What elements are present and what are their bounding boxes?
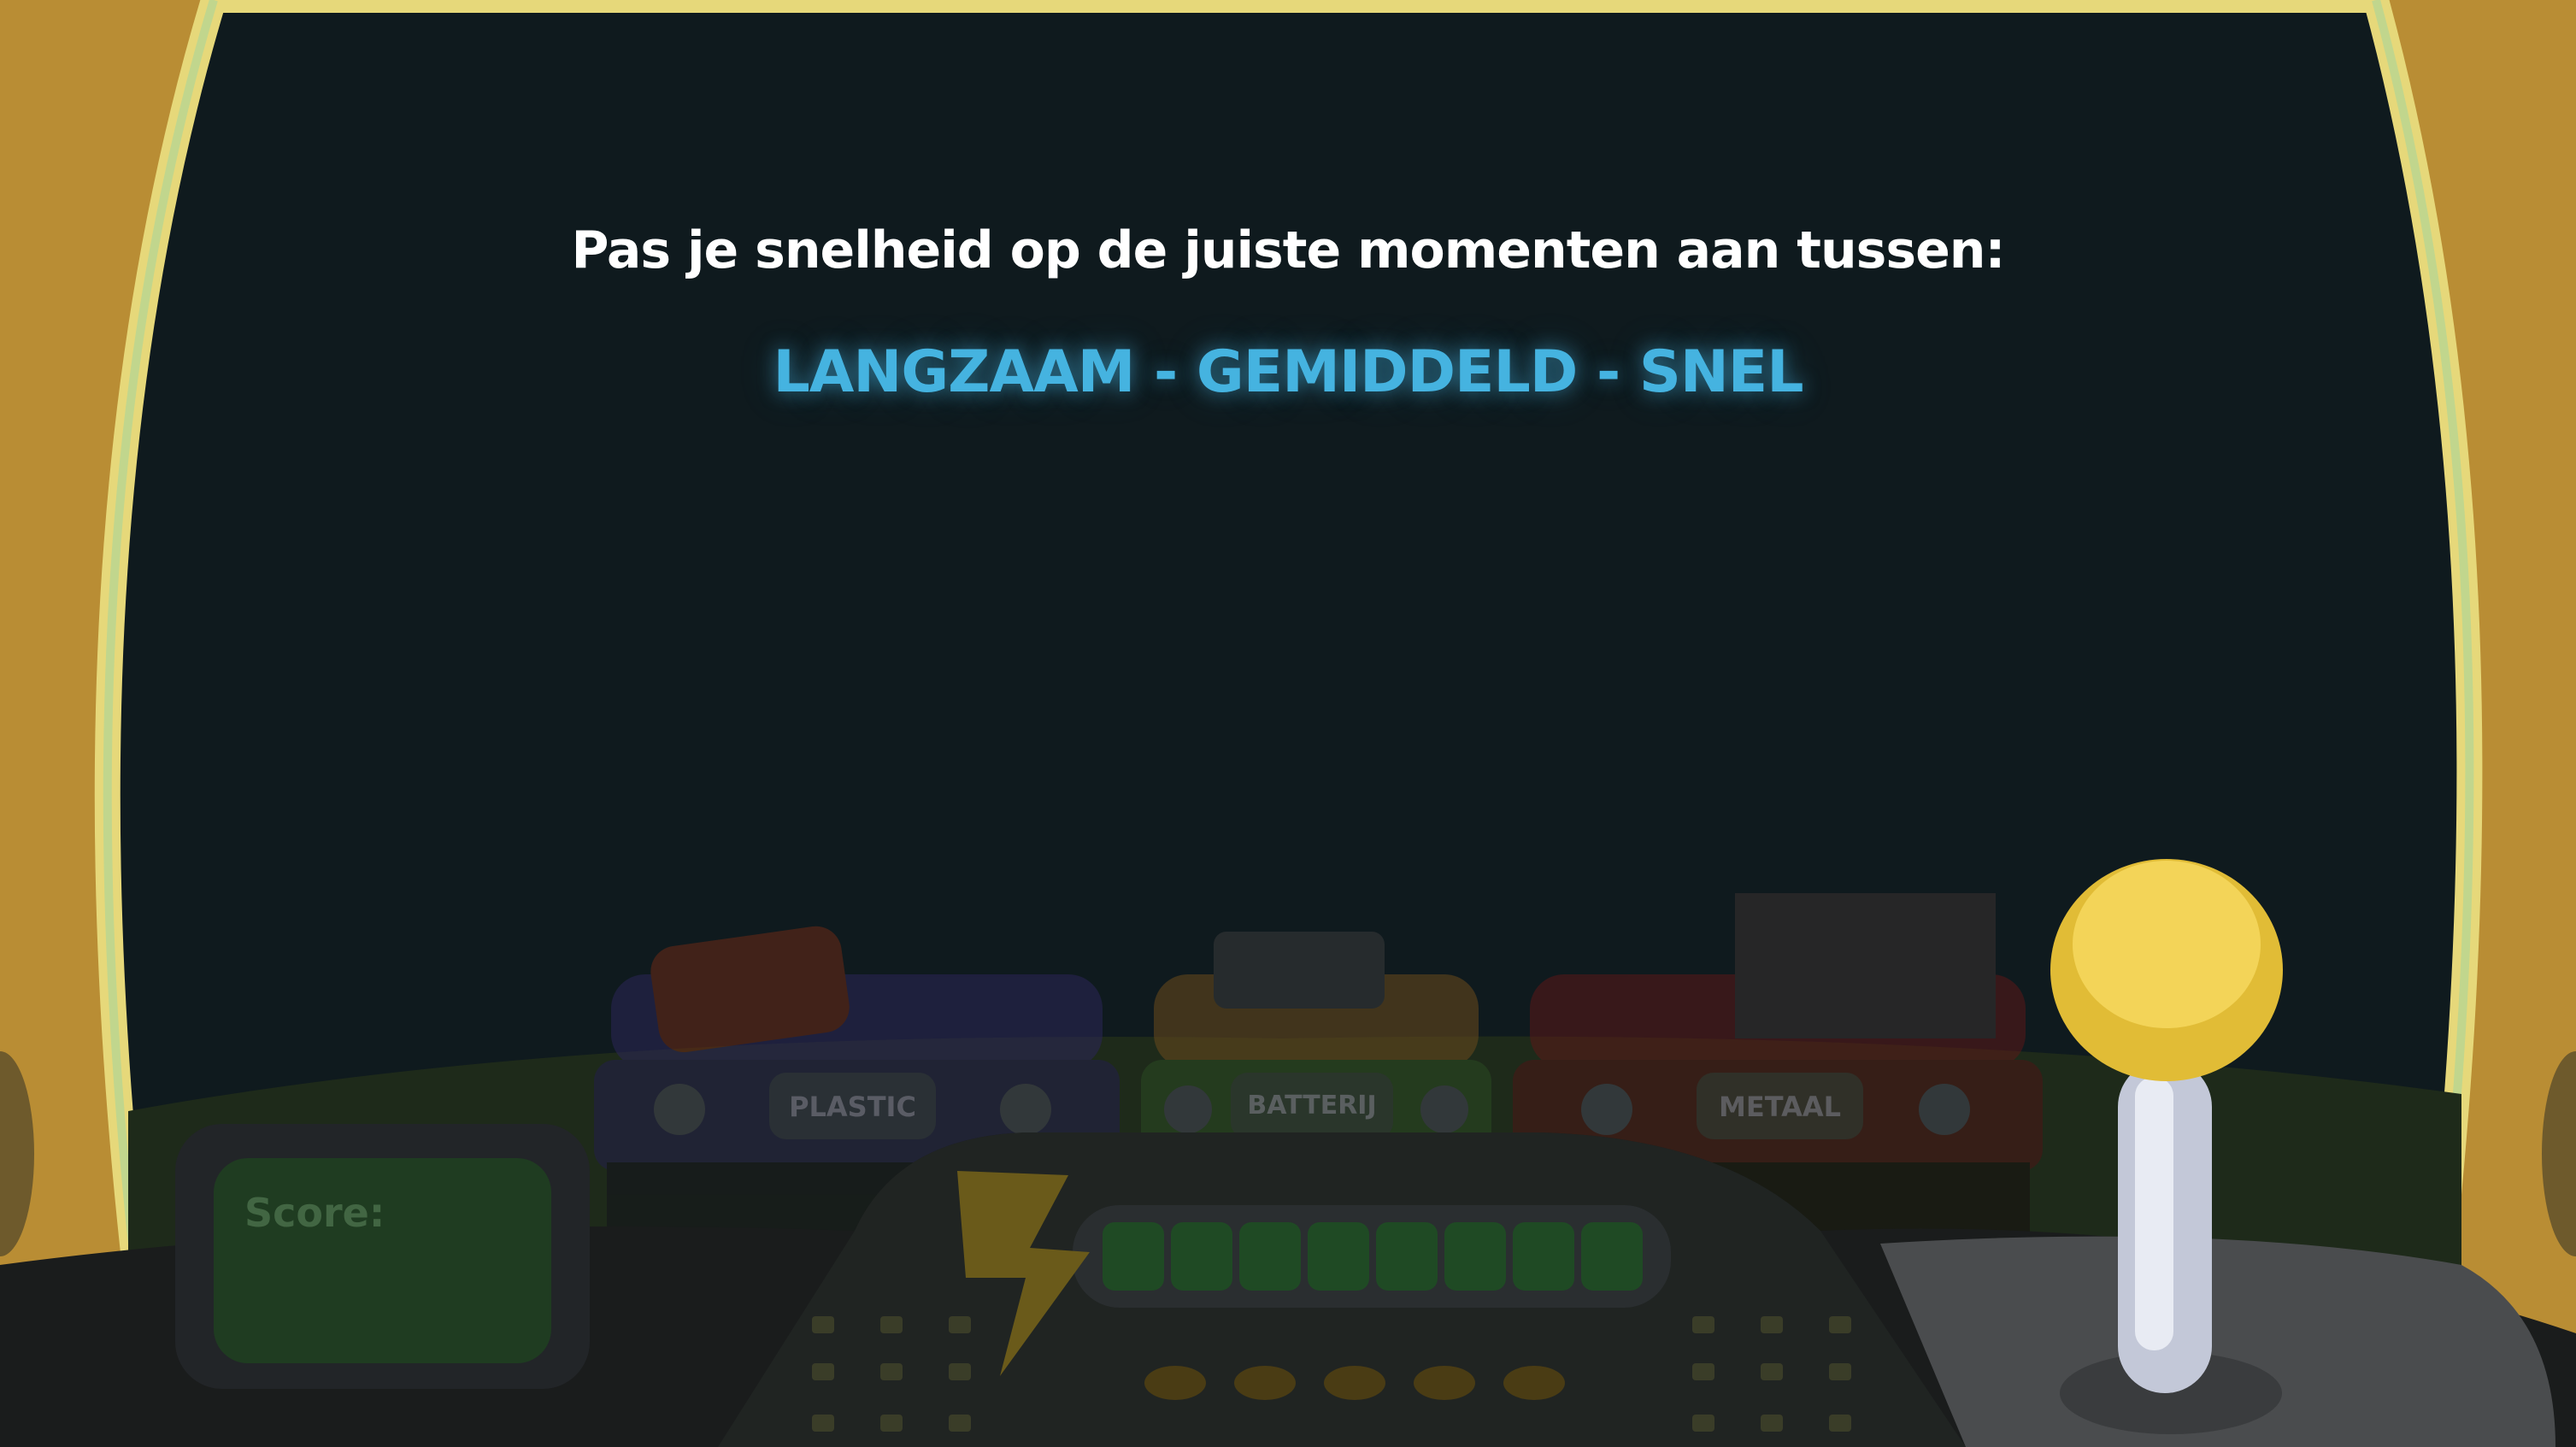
panel-button — [1692, 1363, 1714, 1380]
score-screen — [214, 1158, 551, 1363]
speed-lever[interactable] — [2050, 859, 2283, 1081]
panel-button — [1829, 1316, 1851, 1333]
bin-label-batterij: BATTERIJ — [1247, 1091, 1377, 1121]
panel-button — [1829, 1363, 1851, 1380]
panel-button — [1692, 1316, 1714, 1333]
panel-button — [880, 1316, 903, 1333]
panel-button — [949, 1363, 971, 1380]
energy-segment — [1239, 1222, 1301, 1291]
score-label: Score: — [244, 1190, 385, 1236]
bin-label-metaal: METAAL — [1719, 1091, 1841, 1123]
bin-label-plastic: PLASTIC — [789, 1091, 916, 1123]
energy-segment — [1513, 1222, 1574, 1291]
energy-bar — [1073, 1205, 1671, 1308]
recycle-icon — [1164, 1085, 1212, 1133]
cockpit-scene — [0, 0, 2576, 1447]
instruction-text: Pas je snelheid op de juiste momenten aa… — [571, 221, 2006, 280]
panel-button — [812, 1316, 834, 1333]
recycle-icon — [1420, 1085, 1468, 1133]
energy-segment — [1171, 1222, 1232, 1291]
energy-segment — [1308, 1222, 1369, 1291]
energy-segment — [1376, 1222, 1438, 1291]
recycle-icon — [1581, 1084, 1632, 1135]
panel-button — [812, 1363, 834, 1380]
recycle-icon — [654, 1084, 705, 1135]
panel-button — [949, 1316, 971, 1333]
speed-options-text: LANGZAAM - GEMIDDELD - SNEL — [773, 338, 1803, 406]
recycle-icon — [1919, 1084, 1970, 1135]
panel-button — [949, 1415, 971, 1432]
panel-button — [880, 1363, 903, 1380]
energy-segment — [1444, 1222, 1506, 1291]
panel-button — [1761, 1363, 1783, 1380]
panel-button — [880, 1415, 903, 1432]
panel-button — [812, 1415, 834, 1432]
recycle-icon — [1000, 1084, 1051, 1135]
energy-segment — [1103, 1222, 1164, 1291]
panel-button — [1692, 1415, 1714, 1432]
energy-segment — [1581, 1222, 1643, 1291]
panel-button — [1761, 1415, 1783, 1432]
panel-button — [1761, 1316, 1783, 1333]
panel-button — [1829, 1415, 1851, 1432]
